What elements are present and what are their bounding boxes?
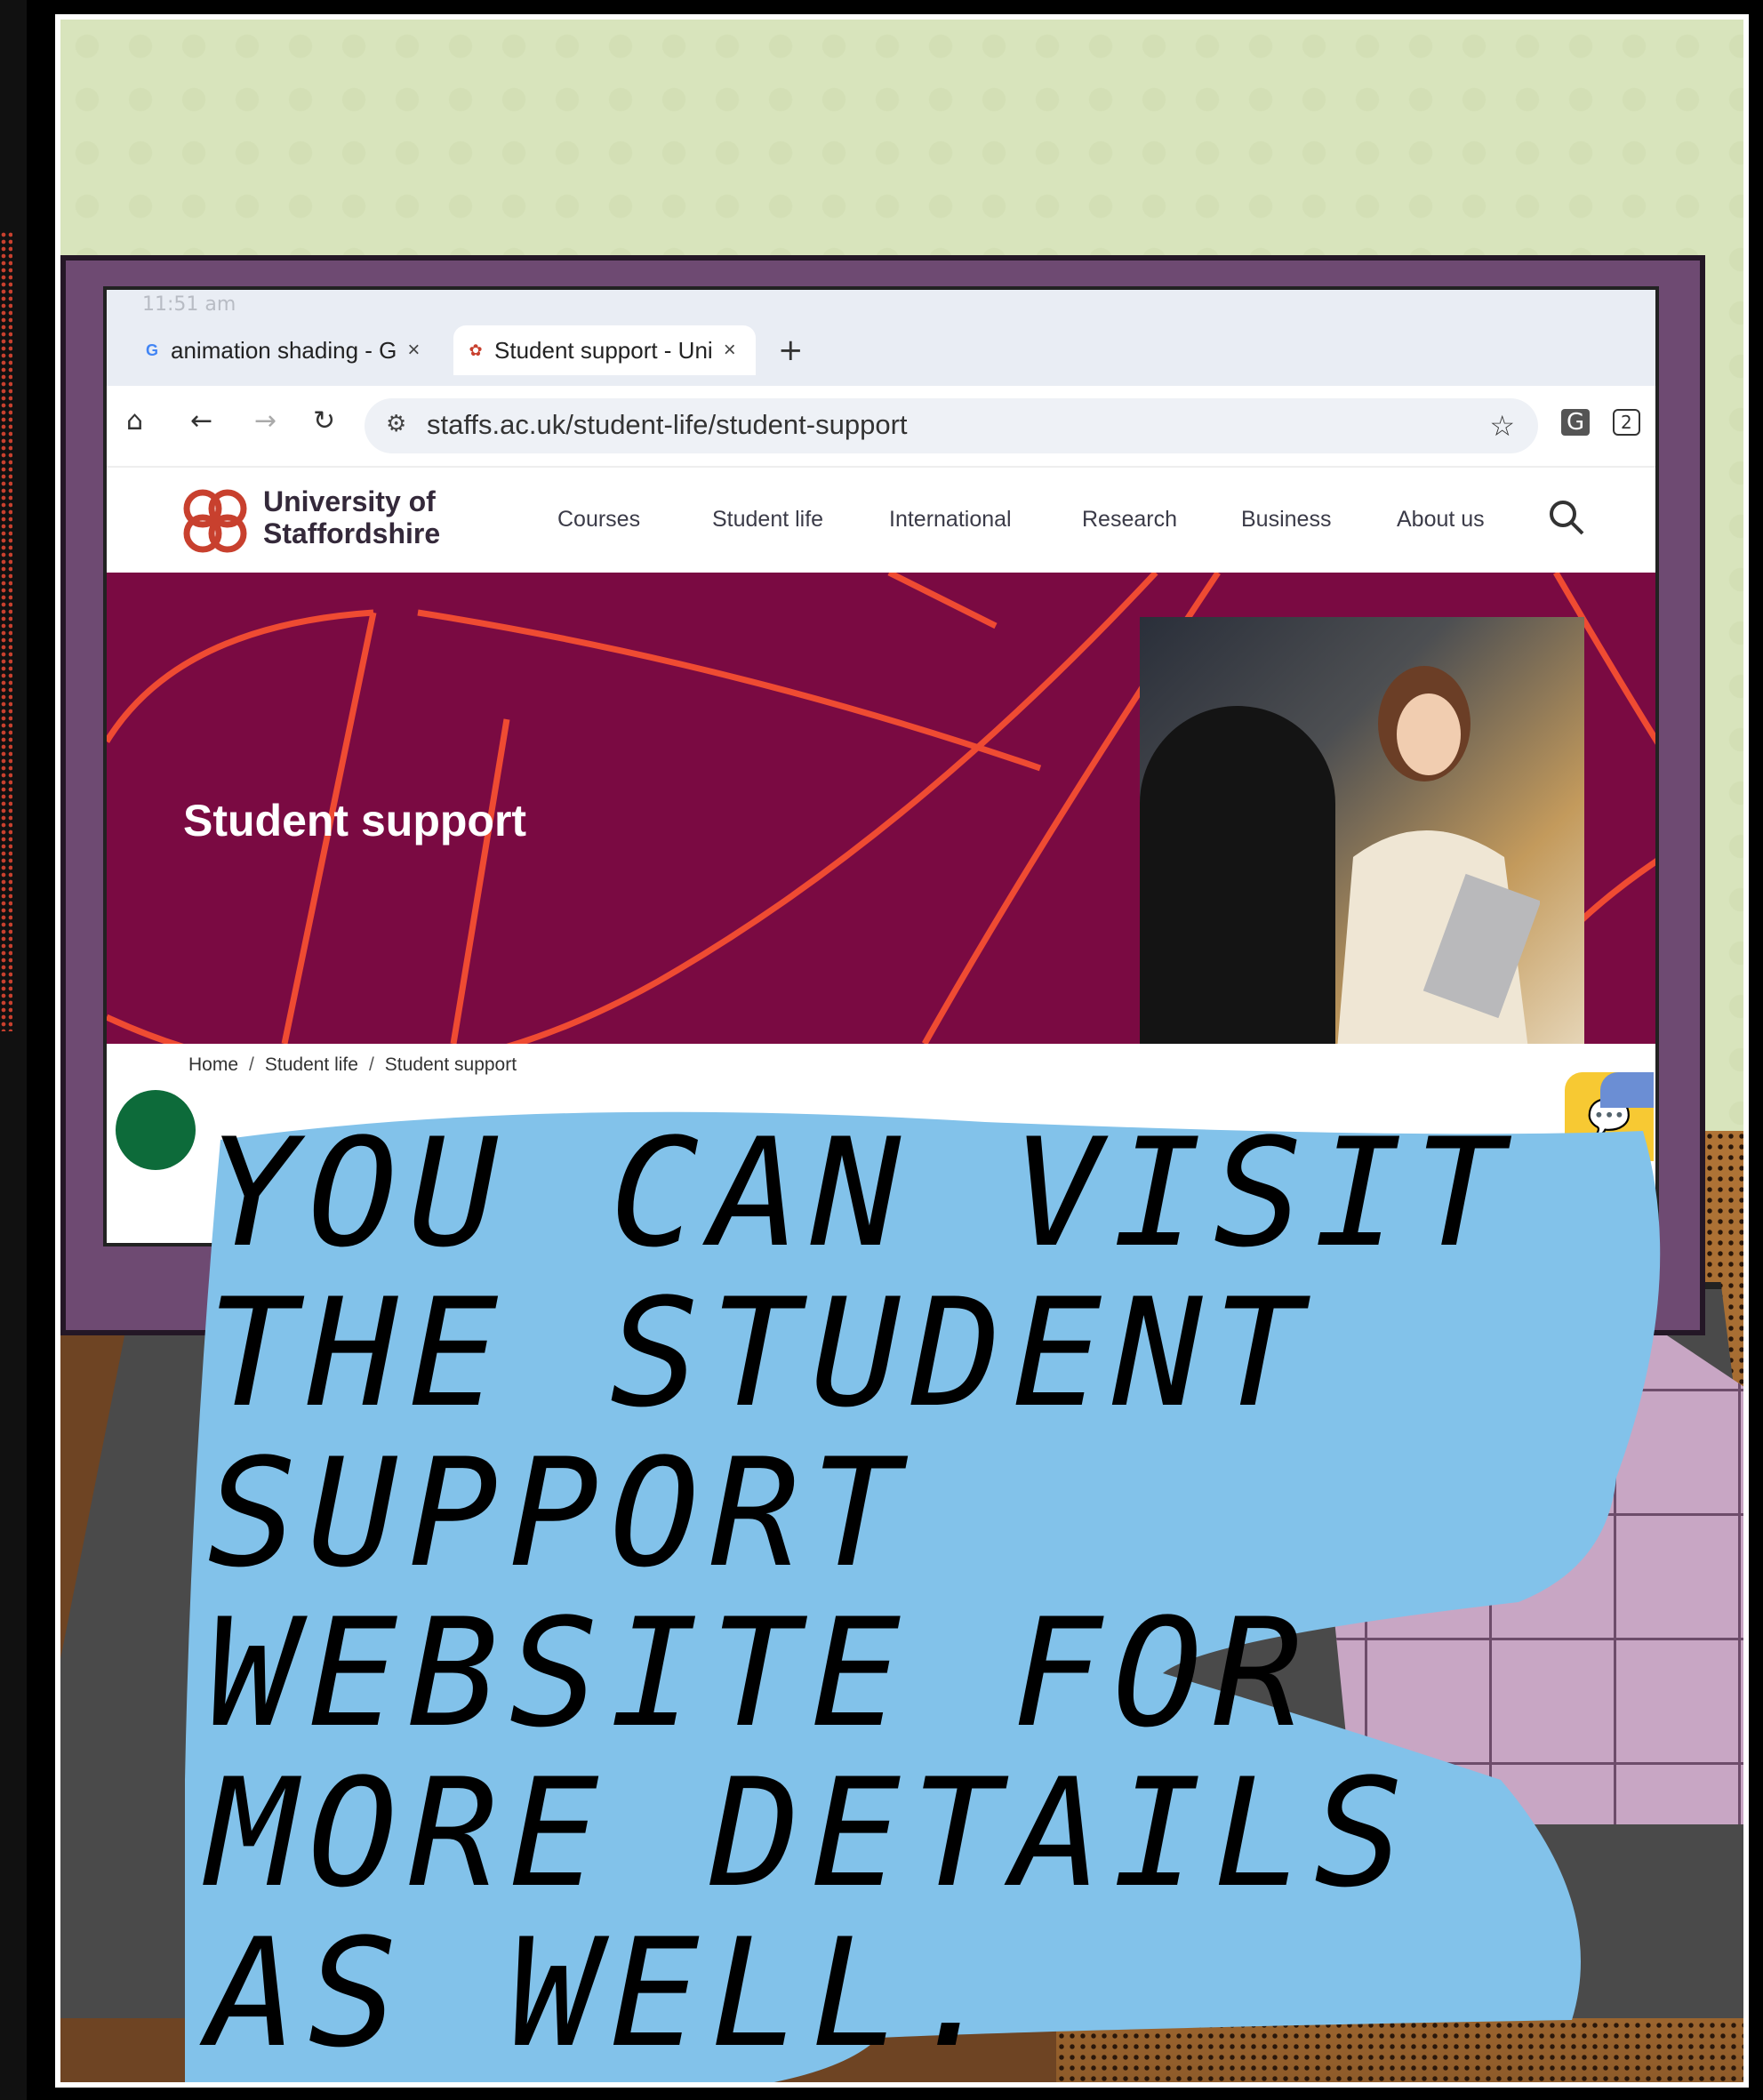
bookmark-star-icon[interactable]: ☆ bbox=[1489, 409, 1515, 443]
translate-icon[interactable]: G bbox=[1561, 409, 1591, 436]
close-icon[interactable]: × bbox=[407, 338, 420, 363]
chat-widget-icon[interactable] bbox=[116, 1090, 196, 1170]
recaptcha-badge-icon bbox=[1600, 1072, 1654, 1108]
home-icon[interactable]: ⌂ bbox=[126, 405, 143, 437]
tab-label: animation shading - G bbox=[171, 336, 397, 364]
hero-photo bbox=[1140, 617, 1584, 1044]
photo-foreground-figure bbox=[1140, 706, 1335, 1044]
forward-icon[interactable]: → bbox=[254, 405, 276, 437]
status-time: 11:51 am bbox=[142, 293, 236, 316]
university-logo-icon[interactable] bbox=[178, 484, 252, 558]
hero-banner: Student support bbox=[107, 573, 1655, 1044]
left-panel-strip bbox=[0, 0, 27, 2100]
nav-business[interactable]: Business bbox=[1241, 507, 1331, 533]
nav-international[interactable]: International bbox=[889, 507, 1012, 533]
tab-count-button[interactable]: 2 bbox=[1613, 409, 1640, 436]
search-icon[interactable] bbox=[1547, 498, 1586, 537]
logo-line-2: Staffordshire bbox=[263, 517, 441, 549]
browser-toolbar: ⌂ ← → ↻ ⚙ staffs.ac.uk/student-life/stud… bbox=[107, 386, 1655, 466]
staffordshire-logo-icon: ✿ bbox=[469, 341, 483, 359]
page-title: Student support bbox=[183, 796, 527, 846]
tab-strip: G animation shading - G × ✿ Student supp… bbox=[107, 315, 1655, 386]
site-settings-icon[interactable]: ⚙ bbox=[386, 411, 406, 437]
breadcrumb-student-life[interactable]: Student life bbox=[265, 1054, 358, 1075]
comic-panel: 11:51 am G animation shading - G × ✿ Stu… bbox=[55, 14, 1749, 2088]
nav-about-us[interactable]: About us bbox=[1397, 507, 1485, 533]
breadcrumb: Home / Student life / Student support bbox=[188, 1054, 517, 1075]
new-tab-button[interactable]: + bbox=[778, 333, 804, 368]
caption-text: YOU CAN VISIT THE STUDENT SUPPORT WEBSIT… bbox=[207, 1106, 1515, 2080]
student-photo-figure bbox=[1337, 666, 1540, 1044]
site-header: University of Staffordshire Courses Stud… bbox=[107, 466, 1655, 574]
nav-courses[interactable]: Courses bbox=[557, 507, 640, 533]
tab-label: Student support - Uni bbox=[494, 336, 713, 364]
tab-student-support[interactable]: ✿ Student support - Uni × bbox=[453, 325, 756, 375]
browser-screen: 11:51 am G animation shading - G × ✿ Stu… bbox=[103, 286, 1659, 1246]
university-logo-text[interactable]: University of Staffordshire bbox=[263, 485, 440, 549]
nav-research[interactable]: Research bbox=[1082, 507, 1177, 533]
breadcrumb-student-support: Student support bbox=[384, 1054, 517, 1075]
nav-student-life[interactable]: Student life bbox=[712, 507, 823, 533]
close-icon[interactable]: × bbox=[724, 338, 736, 363]
back-icon[interactable]: ← bbox=[190, 405, 212, 437]
reload-icon[interactable]: ↻ bbox=[313, 405, 335, 437]
breadcrumb-home[interactable]: Home bbox=[188, 1054, 238, 1075]
address-bar[interactable]: ⚙ staffs.ac.uk/student-life/student-supp… bbox=[365, 398, 1538, 453]
url-text: staffs.ac.uk/student-life/student-suppor… bbox=[427, 409, 908, 440]
tab-animation-shading[interactable]: G animation shading - G × bbox=[142, 325, 445, 375]
google-g-icon: G bbox=[145, 341, 158, 359]
logo-line-1: University of bbox=[263, 485, 436, 517]
